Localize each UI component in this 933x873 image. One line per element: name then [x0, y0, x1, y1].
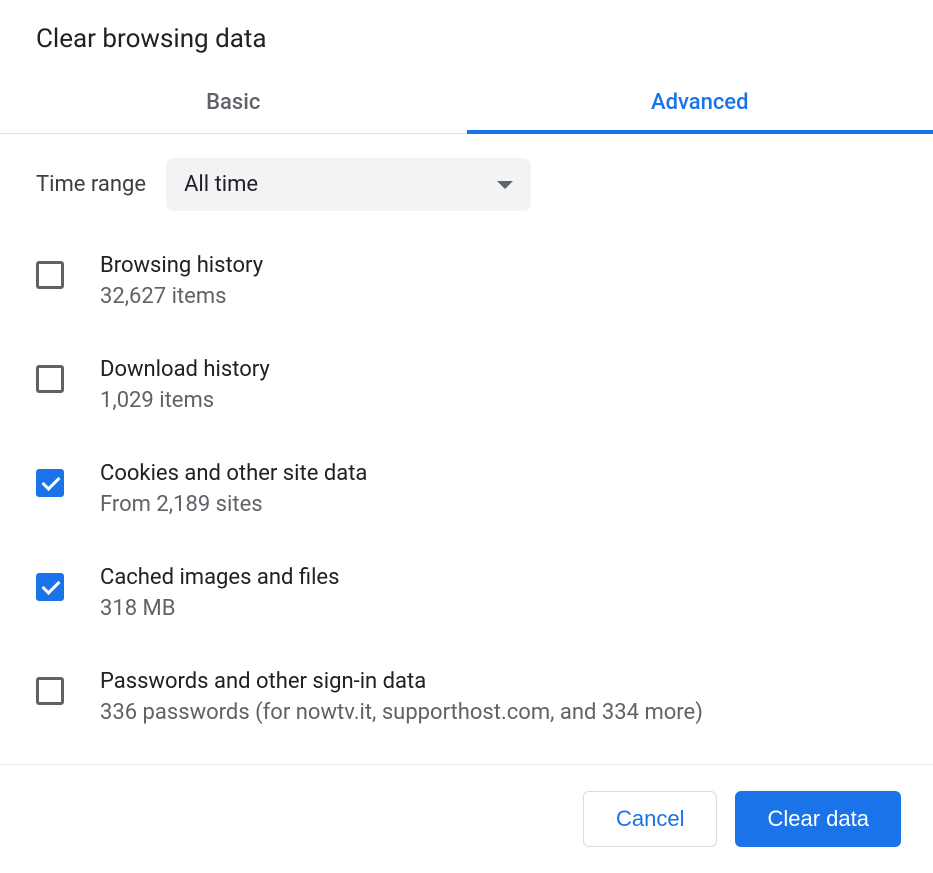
dialog-body: Time range All time Browsing history 32,… — [0, 134, 933, 764]
option-subtitle: 32,627 items — [100, 284, 263, 309]
option-download-history: Download history 1,029 items — [36, 357, 897, 413]
clear-data-button-label: Clear data — [767, 806, 869, 831]
option-passwords: Passwords and other sign-in data 336 pas… — [36, 669, 897, 725]
option-text: Download history 1,029 items — [100, 357, 270, 413]
dialog-footer: Cancel Clear data — [0, 764, 933, 873]
clear-browsing-data-dialog: Clear browsing data Basic Advanced Time … — [0, 0, 933, 873]
option-subtitle: 1,029 items — [100, 388, 270, 413]
option-text: Cached images and files 318 MB — [100, 565, 339, 621]
cancel-button-label: Cancel — [616, 806, 684, 831]
checkbox-download-history[interactable] — [36, 365, 64, 393]
options-list: Browsing history 32,627 items Download h… — [36, 253, 897, 764]
checkbox-passwords[interactable] — [36, 677, 64, 705]
time-range-value: All time — [184, 172, 258, 197]
option-title: Passwords and other sign-in data — [100, 669, 703, 694]
time-range-row: Time range All time — [36, 158, 897, 211]
tab-basic-label: Basic — [206, 90, 260, 115]
checkbox-cookies[interactable] — [36, 469, 64, 497]
time-range-label: Time range — [36, 172, 146, 197]
dialog-title: Clear browsing data — [0, 0, 933, 72]
checkbox-cached[interactable] — [36, 573, 64, 601]
option-cached: Cached images and files 318 MB — [36, 565, 897, 621]
option-subtitle: 318 MB — [100, 596, 339, 621]
option-text: Browsing history 32,627 items — [100, 253, 263, 309]
cancel-button[interactable]: Cancel — [583, 791, 717, 847]
option-title: Cookies and other site data — [100, 461, 367, 486]
checkbox-browsing-history[interactable] — [36, 261, 64, 289]
option-title: Browsing history — [100, 253, 263, 278]
option-title: Download history — [100, 357, 270, 382]
tab-advanced[interactable]: Advanced — [467, 72, 933, 133]
chevron-down-icon — [497, 181, 513, 189]
tabs: Basic Advanced — [0, 72, 933, 134]
option-text: Passwords and other sign-in data 336 pas… — [100, 669, 703, 725]
option-browsing-history: Browsing history 32,627 items — [36, 253, 897, 309]
tab-basic[interactable]: Basic — [0, 72, 467, 133]
option-cookies: Cookies and other site data From 2,189 s… — [36, 461, 897, 517]
time-range-select[interactable]: All time — [166, 158, 531, 211]
option-text: Cookies and other site data From 2,189 s… — [100, 461, 367, 517]
option-subtitle: From 2,189 sites — [100, 492, 367, 517]
option-title: Cached images and files — [100, 565, 339, 590]
clear-data-button[interactable]: Clear data — [735, 791, 901, 847]
tab-advanced-label: Advanced — [651, 90, 749, 115]
option-subtitle: 336 passwords (for nowtv.it, supporthost… — [100, 700, 703, 725]
